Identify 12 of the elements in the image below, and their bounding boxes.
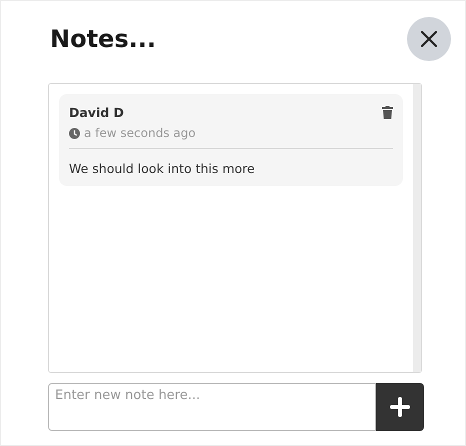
add-button[interactable] [376, 383, 424, 431]
close-button[interactable] [407, 16, 451, 60]
close-icon [420, 30, 438, 48]
trash-icon[interactable] [382, 106, 393, 119]
clock-icon [69, 128, 80, 138]
note-author: David D [69, 105, 124, 120]
note-input-field[interactable]: Enter new note here... [48, 383, 376, 431]
note-time: a few seconds ago [84, 126, 196, 140]
dialog-title: Notes... [50, 24, 156, 52]
note-text: We should look into this more [69, 161, 256, 176]
scrollbar[interactable] [413, 84, 421, 372]
plus-icon [390, 397, 410, 417]
